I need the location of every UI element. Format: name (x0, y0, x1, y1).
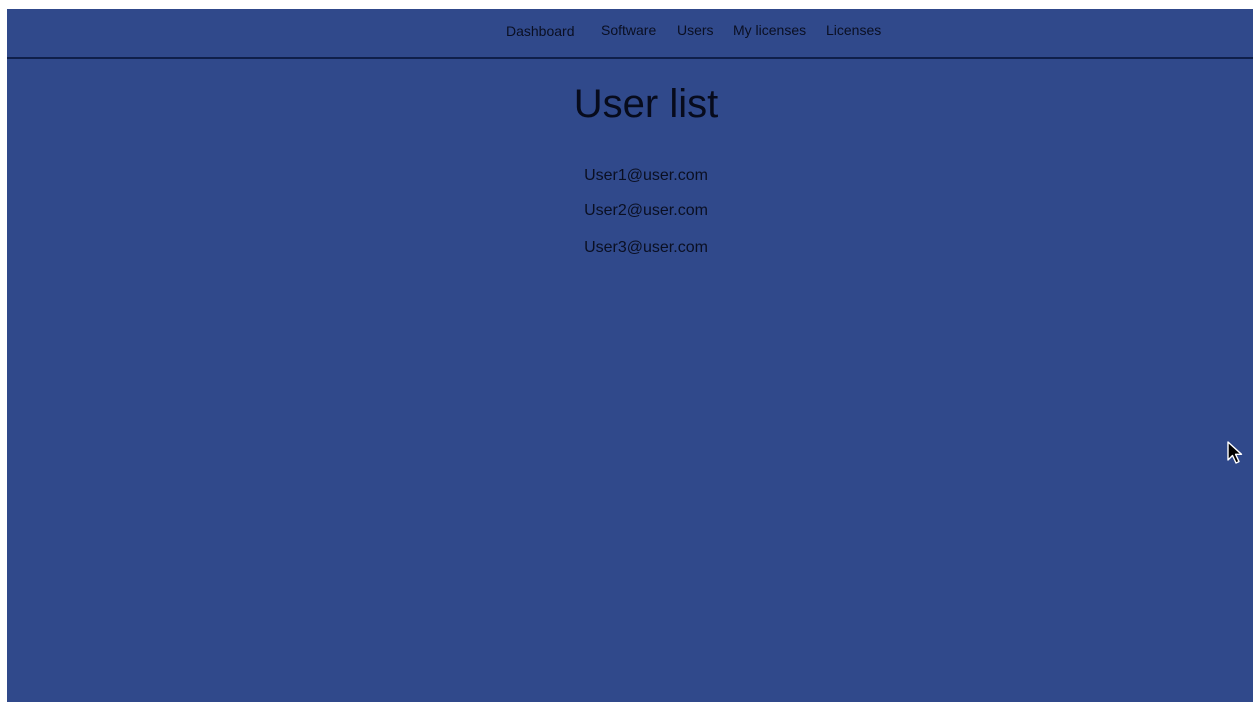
user-list-item: User1@user.com (584, 167, 708, 184)
top-navigation: Dashboard Software Users My licenses Lic… (7, 9, 1253, 59)
nav-item-licenses[interactable]: Licenses (826, 22, 881, 38)
user-list-item: User2@user.com (584, 202, 708, 219)
nav-item-dashboard[interactable]: Dashboard (506, 23, 575, 39)
nav-item-my-licenses[interactable]: My licenses (733, 22, 806, 38)
mouse-pointer-icon (1227, 441, 1243, 464)
page-title: User list (573, 82, 719, 126)
app-window: Dashboard Software Users My licenses Lic… (7, 9, 1253, 702)
nav-item-software[interactable]: Software (601, 22, 656, 38)
nav-item-users[interactable]: Users (677, 22, 714, 38)
user-list-item: User3@user.com (584, 239, 708, 256)
